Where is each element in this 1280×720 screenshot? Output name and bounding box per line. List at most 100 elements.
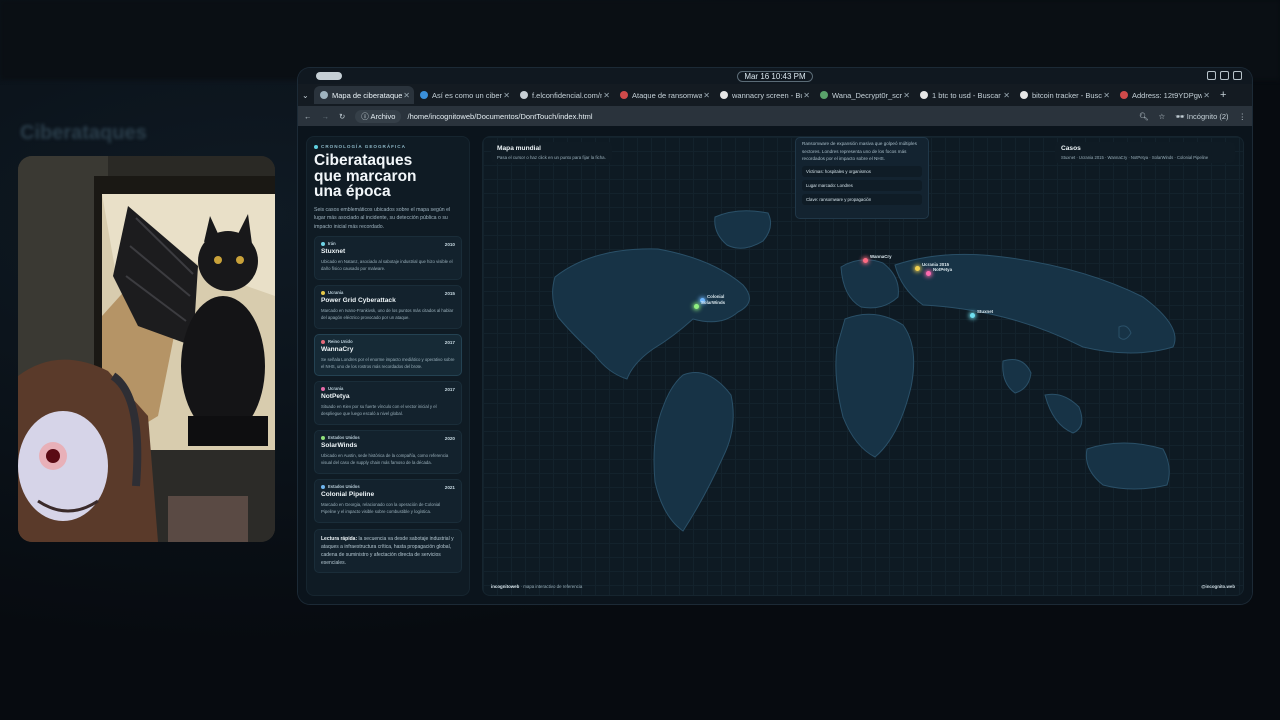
- tab-close-icon[interactable]: ✕: [1203, 91, 1210, 100]
- tab-close-icon[interactable]: ✕: [803, 91, 810, 100]
- continent-southeast-asia: [1044, 393, 1083, 434]
- case-year: 2021: [444, 485, 455, 490]
- tab-bar: ⌄ Mapa de ciberataques ✕ Así es como un ci…: [298, 84, 1252, 106]
- case-dot-icon: [321, 435, 325, 440]
- quick-read-label: Lectura rápida:: [321, 536, 358, 542]
- tab-close-icon[interactable]: ✕: [703, 91, 710, 100]
- tab-close-icon[interactable]: ✕: [403, 91, 410, 100]
- zoom-icon[interactable]: 🔍︎: [1139, 112, 1149, 121]
- background-blurred-title: Ciberataques: [20, 122, 147, 144]
- minimize-icon[interactable]: [1207, 71, 1216, 80]
- case-year: 2017: [444, 340, 455, 345]
- tab-close-icon[interactable]: ✕: [1003, 91, 1010, 100]
- case-description: Marcado en Georgia, relacionado con la o…: [321, 502, 441, 514]
- tab-1[interactable]: Así es como un cibera ✕: [414, 86, 514, 104]
- map-pin-0[interactable]: [863, 258, 868, 263]
- address-bar[interactable]: ⓘ Archivo /home/incognitoweb/Documentos/…: [355, 109, 593, 123]
- close-icon[interactable]: [1233, 71, 1242, 80]
- activities-indicator[interactable]: [316, 72, 342, 80]
- case-location: Estados Unidos: [321, 484, 455, 489]
- cases-list: Stuxnet · Ucrania 2015 · WannaCry · NotP…: [1061, 155, 1209, 160]
- case-card[interactable]: Reino Unido 2017 WannaCry Se señala Londres…: [314, 334, 462, 376]
- tab-label: 1 btc to usd - Buscar c: [932, 90, 1002, 100]
- browser-window: Mar 16 10:43 PM ⌄ Mapa de ciberataques ✕ A…: [298, 68, 1252, 604]
- world-map[interactable]: Mapa mundial Pasa el cursor o haz click …: [482, 136, 1244, 596]
- case-year: 2020: [444, 436, 455, 441]
- info-icon: ⓘ: [361, 111, 369, 121]
- popup-description: Ransomware de expansión masiva que golpe…: [802, 141, 917, 161]
- case-location: Irán: [321, 241, 455, 246]
- map-header: Mapa mundial Pasa el cursor o haz click …: [491, 142, 612, 163]
- url-path[interactable]: /home/incognitoweb/Documentos/DontTouch/…: [407, 112, 592, 121]
- reload-icon[interactable]: ↻: [339, 112, 345, 121]
- system-top-bar: Mar 16 10:43 PM: [298, 68, 1252, 84]
- case-card[interactable]: Ucrania 2015 Power Grid Cyberattack Marcado…: [314, 285, 462, 329]
- map-pin-5[interactable]: [694, 304, 699, 309]
- tab-label: bitcoin tracker - Busc: [1032, 90, 1102, 100]
- maximize-icon[interactable]: [1220, 71, 1229, 80]
- case-card[interactable]: Irán 2010 Stuxnet Ubicado en Natanz, asocia…: [314, 236, 462, 280]
- tab-5[interactable]: Wana_Decrypt0r_scre ✕: [814, 86, 914, 104]
- tab-favicon-icon: [520, 91, 528, 99]
- continent-africa: [835, 313, 915, 458]
- window-controls: [1207, 71, 1242, 80]
- case-location: Reino Unido: [321, 339, 455, 344]
- case-name: SolarWinds: [321, 442, 358, 449]
- quick-read-box: Lectura rápida: la secuencia va desde sa…: [314, 529, 462, 573]
- case-card[interactable]: Ucrania 2017 NotPetya Situado en Kiev por s…: [314, 381, 462, 425]
- tab-close-icon[interactable]: ✕: [1103, 91, 1110, 100]
- map-pin-label: SolarWinds: [701, 300, 726, 305]
- tab-3[interactable]: Ataque de ransomware ✕: [614, 86, 714, 104]
- menu-icon[interactable]: ⋮: [1239, 112, 1247, 121]
- map-pin-1[interactable]: [915, 266, 920, 271]
- back-icon[interactable]: ←: [304, 112, 312, 121]
- case-location-text: Estados Unidos: [328, 484, 360, 489]
- case-card[interactable]: Estados Unidos 2020 SolarWinds Ubicado en A…: [314, 430, 462, 474]
- case-description: Se señala Londres por el enorme impacto …: [321, 357, 455, 369]
- file-scheme-label: Archivo: [370, 111, 396, 121]
- footer-handle[interactable]: @incognito.web: [1201, 584, 1235, 589]
- new-tab-icon[interactable]: +: [1214, 89, 1226, 101]
- case-location-text: Irán: [328, 241, 336, 246]
- tab-6[interactable]: 1 btc to usd - Buscar c ✕: [914, 86, 1014, 104]
- case-year: 2010: [444, 242, 455, 247]
- tab-8[interactable]: Address: 12t9YDPgw ✕: [1114, 86, 1214, 104]
- case-cards: Irán 2010 Stuxnet Ubicado en Natanz, asocia…: [314, 236, 462, 523]
- tab-label: Mapa de ciberataques: [332, 90, 402, 100]
- bookmark-star-icon[interactable]: ☆: [1158, 112, 1165, 121]
- case-location-text: Reino Unido: [328, 339, 353, 344]
- cases-legend: Casos Stuxnet · Ucrania 2015 · WannaCry …: [1055, 142, 1235, 163]
- case-card[interactable]: Estados Unidos 2021 Colonial Pipeline Marca…: [314, 479, 462, 523]
- intro-text: Seis casos emblemáticos ubicados sobre e…: [314, 206, 451, 230]
- tab-4[interactable]: wannacry screen - Bus ✕: [714, 86, 814, 104]
- tab-7[interactable]: bitcoin tracker - Busc ✕: [1014, 86, 1114, 104]
- incognito-indicator[interactable]: 🕶︎ Incógnito (2): [1175, 112, 1228, 121]
- case-name: Power Grid Cyberattack: [321, 297, 396, 304]
- eyebrow: CRONOLOGÍA GEOGRÁFICA: [314, 144, 462, 149]
- tab-0[interactable]: Mapa de ciberataques ✕: [314, 86, 414, 104]
- tab-close-icon[interactable]: ✕: [603, 91, 610, 100]
- tab-2[interactable]: f.elconfidencial.com/n ✕: [514, 86, 614, 104]
- map-footer: incognitoweb · mapa interactivo de refer…: [491, 584, 582, 589]
- popup-row-victims: Víctimas: hospitales y organismos: [802, 165, 922, 177]
- tab-label: f.elconfidencial.com/n: [532, 90, 602, 100]
- page-content: CRONOLOGÍA GEOGRÁFICA Ciberataques que m…: [298, 126, 1252, 604]
- tab-close-icon[interactable]: ✕: [503, 91, 510, 100]
- system-clock[interactable]: Mar 16 10:43 PM: [737, 70, 813, 82]
- case-year: 2017: [444, 387, 455, 392]
- case-location-text: Estados Unidos: [328, 435, 360, 440]
- map-pin-3[interactable]: [970, 313, 975, 318]
- map-pin-label: WannaCry: [870, 254, 892, 259]
- page-title: Ciberataques que marcaron una época: [314, 152, 417, 200]
- continent-europe: [840, 259, 899, 309]
- webcam-image: [18, 156, 275, 542]
- forward-icon[interactable]: →: [322, 112, 330, 121]
- tab-list-dropdown-icon[interactable]: ⌄: [302, 91, 314, 100]
- incognito-label: Incógnito (2): [1186, 111, 1229, 121]
- tab-favicon-icon: [1120, 91, 1128, 99]
- map-pin-2[interactable]: [926, 271, 931, 276]
- map-pin-label: Colonial: [707, 294, 725, 299]
- tab-close-icon[interactable]: ✕: [903, 91, 910, 100]
- tab-favicon-icon: [820, 91, 828, 99]
- popup-row-key: Clave: ransomware y propagación: [802, 193, 922, 205]
